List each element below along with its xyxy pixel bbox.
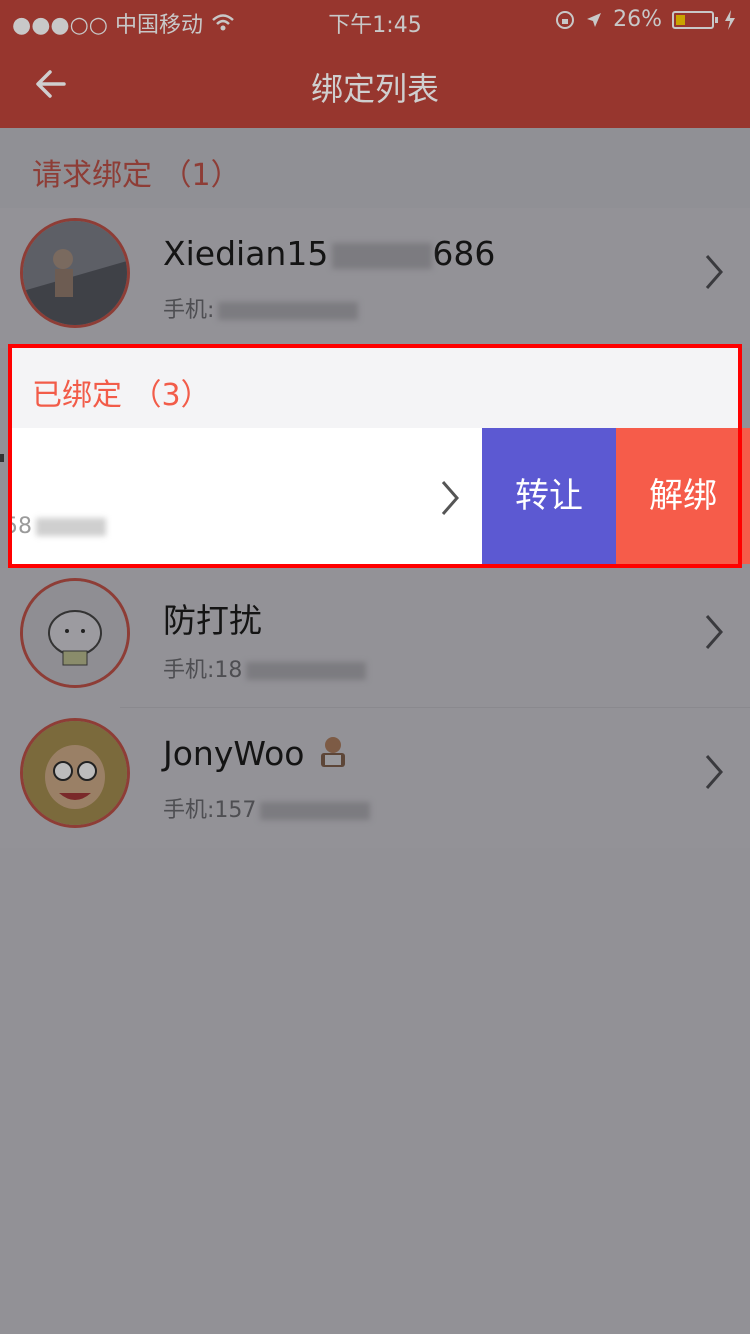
blurred-phone <box>246 662 367 680</box>
request-phone: 手机: <box>163 292 359 324</box>
location-arrow-icon <box>587 12 602 27</box>
highlight-frame <box>8 344 742 568</box>
status-right: 26% <box>555 7 736 32</box>
battery-fill <box>676 14 685 25</box>
page-title: 绑定列表 <box>310 70 439 108</box>
avatar-cartoon-boy <box>23 721 127 825</box>
bound-row[interactable]: JonyWoo 手机:157 <box>0 708 750 848</box>
chevron-right-icon <box>705 615 723 649</box>
blurred-phone <box>218 302 359 320</box>
nav-bar: 绑定列表 <box>0 40 750 128</box>
section-header-requests: 请求绑定 （1） <box>0 128 750 208</box>
avatar <box>20 718 130 828</box>
charging-bolt-icon <box>725 9 735 30</box>
rotation-lock-icon <box>556 10 575 29</box>
status-bar: ●●●○○ 中国移动 下午1:45 26% <box>0 0 750 40</box>
bound-row[interactable]: 防打扰 手机:18 <box>0 568 750 708</box>
avatar-cartoon <box>23 581 127 685</box>
phone-label: 手机:18 <box>163 658 243 683</box>
bound-phone: 手机:157 <box>163 792 371 824</box>
requests-header-label: 请求绑定 （1） <box>32 158 241 193</box>
bound-name: 防打扰 <box>163 601 262 640</box>
chevron-right-icon <box>705 255 723 289</box>
phone-label: 手机:157 <box>163 798 257 823</box>
battery-percent: 26% <box>613 7 662 32</box>
avatar <box>20 218 130 328</box>
avatar-photo <box>23 221 127 325</box>
avatar <box>20 578 130 688</box>
bound-name: JonyWoo <box>163 734 351 773</box>
name-suffix: 686 <box>432 234 496 273</box>
bound-phone: 手机:18 <box>163 652 367 684</box>
request-name: Xiedian15 686 <box>163 234 495 273</box>
battery-icon <box>672 10 718 29</box>
row-edge-fragment <box>0 454 4 462</box>
blurred-phone <box>260 802 371 820</box>
person-laptop-emoji-icon <box>320 737 345 767</box>
blurred-segment <box>332 242 433 269</box>
phone-label: 手机: <box>163 298 215 323</box>
chevron-right-icon <box>705 755 723 789</box>
name-prefix: Xiedian15 <box>163 234 329 273</box>
name-text: JonyWoo <box>163 734 305 773</box>
request-row[interactable]: Xiedian15 686 手机: <box>0 208 750 348</box>
